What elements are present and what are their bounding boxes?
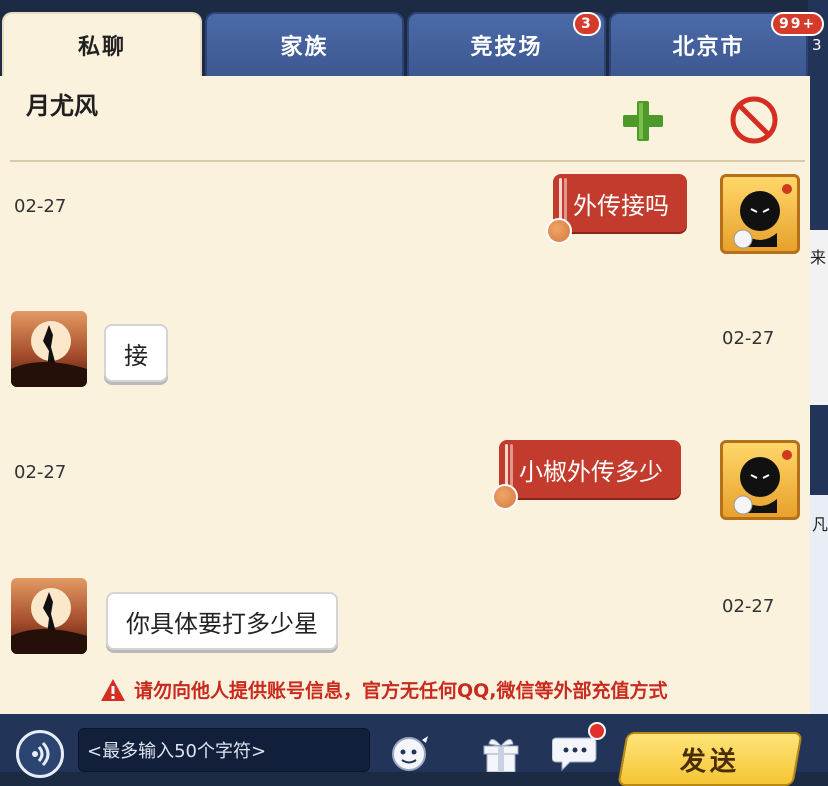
ninja-avatar-icon: [11, 321, 87, 387]
message-time: 02-27: [722, 328, 775, 349]
basketball-icon: [492, 484, 518, 510]
background-panel: 来: [808, 230, 828, 405]
basketball-icon: [546, 218, 572, 244]
avatar[interactable]: [720, 174, 800, 254]
tab-label: 竞技场: [470, 35, 543, 60]
input-placeholder: <最多输入50个字符>: [87, 741, 267, 762]
warning-icon: [101, 678, 125, 701]
send-button[interactable]: 发送: [617, 732, 803, 786]
message-bubble-incoming[interactable]: 接: [104, 324, 168, 382]
chat-panel: 月尤风 02-27 外传接吗 接 02-27 02-27 小椒外传多少 你具体要…: [0, 76, 810, 716]
warning-text: 请勿向他人提供账号信息，官方无任何QQ,微信等外部充值方式: [134, 680, 668, 702]
notification-dot: [588, 722, 606, 740]
divider: [10, 160, 805, 162]
edge-text-mid: 来: [810, 248, 827, 267]
background-strip: 3 来 凡: [808, 0, 828, 772]
message-bubble-outgoing[interactable]: 外传接吗: [553, 174, 687, 232]
message-text: 小椒外传多少: [519, 457, 663, 486]
channel-tabs: 私聊 家族 竞技场 3 北京市 99+: [0, 12, 825, 76]
message-text: 接: [124, 341, 148, 370]
stickman-avatar-icon: [733, 450, 792, 515]
avatar[interactable]: [11, 311, 87, 387]
contact-name: 月尤风: [26, 92, 98, 120]
tab-label: 北京市: [672, 35, 745, 60]
tab-private[interactable]: 私聊: [2, 12, 202, 76]
message-time: 02-27: [14, 196, 67, 217]
tab-label: 私聊: [77, 35, 126, 60]
message-input[interactable]: <最多输入50个字符>: [78, 728, 370, 772]
unread-badge: 3: [573, 12, 601, 36]
stickman-avatar-icon: [733, 184, 792, 249]
tab-arena[interactable]: 竞技场 3: [407, 12, 606, 76]
message-time: 02-27: [14, 462, 67, 483]
background-panel-lower: 凡: [808, 495, 828, 715]
message-bubble-outgoing[interactable]: 小椒外传多少: [499, 440, 681, 498]
edge-text-top: 3: [812, 36, 822, 54]
emoji-icon[interactable]: [388, 732, 434, 772]
add-friend-icon[interactable]: [620, 98, 666, 144]
ninja-avatar-icon: [11, 588, 87, 654]
tab-city[interactable]: 北京市 99+: [609, 12, 825, 76]
unread-badge: 99+: [771, 12, 825, 36]
tab-label: 家族: [280, 35, 329, 60]
voice-icon: [32, 741, 50, 767]
voice-button[interactable]: [16, 730, 64, 778]
block-icon[interactable]: [728, 94, 780, 146]
avatar[interactable]: [720, 440, 800, 520]
edge-text-low: 凡: [812, 515, 828, 534]
tab-family[interactable]: 家族: [205, 12, 404, 76]
gift-icon[interactable]: [478, 732, 524, 772]
security-warning: 请勿向他人提供账号信息，官方无任何QQ,微信等外部充值方式: [100, 676, 668, 703]
message-text: 你具体要打多少星: [126, 609, 318, 638]
avatar[interactable]: [11, 578, 87, 654]
message-bubble-incoming[interactable]: 你具体要打多少星: [106, 592, 338, 650]
input-bar: <最多输入50个字符> 发送: [0, 714, 828, 786]
message-text: 外传接吗: [573, 191, 669, 220]
message-time: 02-27: [722, 596, 775, 617]
